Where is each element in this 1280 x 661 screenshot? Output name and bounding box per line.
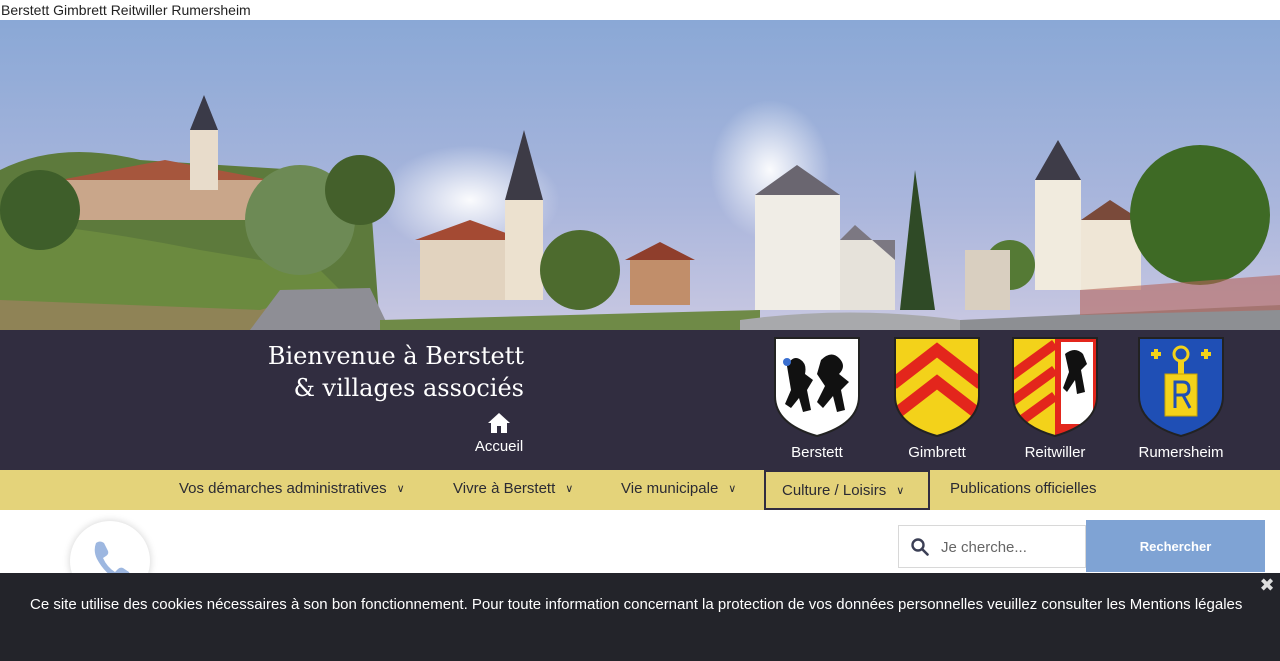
nav-label: Vos démarches administratives bbox=[179, 480, 387, 497]
reitwiller-crest-icon bbox=[1012, 337, 1098, 438]
header-banner-image bbox=[0, 20, 1280, 330]
nav-label: Vivre à Berstett bbox=[453, 480, 556, 497]
search-field bbox=[898, 525, 1086, 568]
nav-item-culture-loisirs[interactable]: Culture / Loisirs ∨ bbox=[764, 470, 930, 510]
main-navigation: Vos démarches administratives ∨ Vivre à B… bbox=[0, 470, 1280, 510]
crest-label-gimbrett: Gimbrett bbox=[908, 444, 966, 461]
crest-label-reitwiller: Reitwiller bbox=[1024, 444, 1086, 461]
nav-item-vie-municipale[interactable]: Vie municipale ∨ bbox=[621, 470, 736, 510]
nav-label: Publications officielles bbox=[950, 480, 1097, 497]
chevron-down-icon: ∨ bbox=[565, 483, 574, 495]
site-title: Berstett Gimbrett Reitwiller Rumersheim bbox=[1, 2, 251, 18]
search-icon bbox=[911, 538, 929, 556]
crest-rumersheim[interactable]: Rumersheim bbox=[1135, 336, 1227, 461]
crest-reitwiller[interactable]: Reitwiller bbox=[1009, 336, 1101, 461]
crest-berstett[interactable]: Berstett bbox=[771, 336, 863, 461]
crest-label-berstett: Berstett bbox=[791, 444, 843, 461]
crest-gimbrett[interactable]: Gimbrett bbox=[891, 336, 983, 461]
close-icon[interactable]: ✖ bbox=[1258, 577, 1276, 595]
home-link[interactable]: Accueil bbox=[470, 412, 528, 455]
nav-item-vivre[interactable]: Vivre à Berstett ∨ bbox=[453, 470, 573, 510]
gimbrett-crest-icon bbox=[894, 337, 980, 438]
nav-label: Culture / Loisirs bbox=[782, 482, 887, 499]
search-button[interactable]: Rechercher bbox=[1086, 520, 1265, 572]
chevron-down-icon: ∨ bbox=[396, 483, 405, 495]
welcome-line-2: & villages associés bbox=[293, 374, 524, 402]
header-band: Bienvenue à Berstett & villages associés… bbox=[0, 330, 1280, 470]
welcome-line-1: Bienvenue à Berstett bbox=[267, 342, 524, 370]
chevron-down-icon: ∨ bbox=[896, 485, 905, 497]
nav-label: Vie municipale bbox=[621, 480, 719, 497]
nav-item-demarches[interactable]: Vos démarches administratives ∨ bbox=[179, 470, 405, 510]
rumersheim-crest-icon bbox=[1138, 337, 1224, 438]
cookie-message: Ce site utilise des cookies nécessaires … bbox=[30, 596, 1243, 613]
crest-label-rumersheim: Rumersheim bbox=[1138, 444, 1224, 461]
home-label: Accueil bbox=[474, 438, 524, 455]
berstett-crest-icon bbox=[774, 337, 860, 438]
home-icon bbox=[488, 413, 510, 433]
welcome-heading: Bienvenue à Berstett & villages associés bbox=[224, 340, 524, 404]
cookie-banner: Ce site utilise des cookies nécessaires … bbox=[0, 573, 1280, 661]
chevron-down-icon: ∨ bbox=[728, 483, 737, 495]
search-input[interactable] bbox=[941, 534, 1081, 560]
nav-item-publications[interactable]: Publications officielles bbox=[950, 470, 1096, 510]
content-top: Rechercher bbox=[0, 510, 1280, 601]
